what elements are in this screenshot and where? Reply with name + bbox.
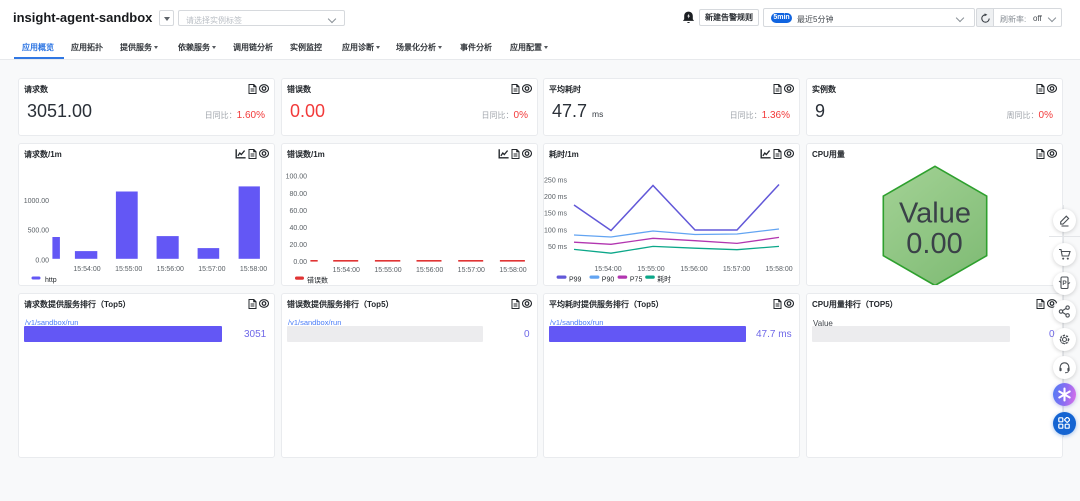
svg-text:15:56:00: 15:56:00 [680, 266, 707, 273]
svg-text:15:54:00: 15:54:00 [73, 266, 100, 273]
svg-text:15:57:00: 15:57:00 [198, 266, 225, 273]
svg-text:15:58:00: 15:58:00 [765, 266, 792, 273]
svg-text:15:54:00: 15:54:00 [594, 266, 621, 273]
svg-text:1000.00: 1000.00 [24, 198, 49, 205]
svg-text:http: http [45, 277, 57, 284]
svg-text:100 ms: 100 ms [544, 227, 567, 234]
svg-text:15:56:00: 15:56:00 [416, 267, 443, 274]
svg-text:15:57:00: 15:57:00 [723, 266, 750, 273]
svg-text:100.00: 100.00 [286, 174, 308, 181]
svg-text:15:55:00: 15:55:00 [374, 267, 401, 274]
svg-text:250 ms: 250 ms [544, 177, 567, 184]
svg-text:200 ms: 200 ms [544, 194, 567, 201]
svg-text:40.00: 40.00 [289, 225, 307, 232]
svg-text:15:58:00: 15:58:00 [240, 266, 267, 273]
svg-text:P75: P75 [630, 276, 643, 283]
svg-text:15:55:00: 15:55:00 [115, 266, 142, 273]
svg-text:0.00: 0.00 [906, 228, 962, 260]
svg-text:15:58:00: 15:58:00 [499, 267, 526, 274]
svg-text:Value: Value [899, 198, 971, 230]
svg-text:150 ms: 150 ms [544, 211, 567, 218]
svg-text:60.00: 60.00 [289, 208, 307, 215]
svg-text:P: P [1062, 280, 1067, 287]
svg-text:15:56:00: 15:56:00 [157, 266, 184, 273]
svg-text:80.00: 80.00 [289, 191, 307, 198]
svg-text:错误数: 错误数 [307, 275, 328, 284]
svg-text:15:55:00: 15:55:00 [637, 266, 664, 273]
svg-text:500.00: 500.00 [28, 228, 50, 235]
svg-text:P99: P99 [569, 276, 582, 283]
svg-text:P90: P90 [602, 276, 615, 283]
svg-text:15:57:00: 15:57:00 [458, 267, 485, 274]
svg-text:20.00: 20.00 [289, 242, 307, 249]
svg-text:50 ms: 50 ms [548, 244, 568, 251]
svg-text:15:54:00: 15:54:00 [333, 267, 360, 274]
svg-text:0.00: 0.00 [35, 258, 49, 265]
svg-text:耗时: 耗时 [657, 274, 671, 283]
svg-text:0.00: 0.00 [293, 259, 307, 266]
